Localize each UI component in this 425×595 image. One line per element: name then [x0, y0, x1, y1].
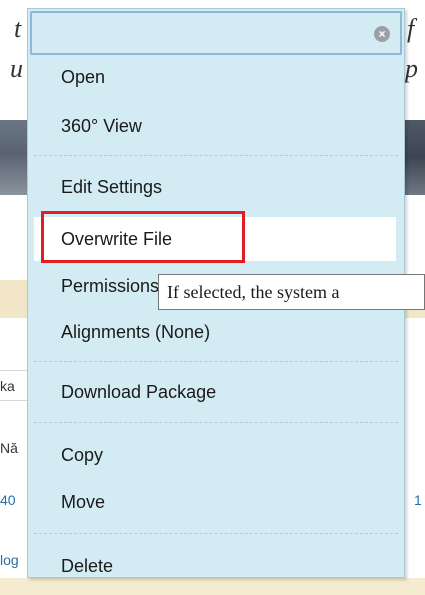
bg-text-fragment: t	[14, 14, 22, 43]
menu-separator	[34, 422, 398, 423]
screen: t u f p ka Nă 40 1 log × Open 360° View …	[0, 0, 425, 595]
menu-item-360-view[interactable]: 360° View	[34, 108, 396, 144]
bg-link-fragment[interactable]: 40	[0, 492, 16, 508]
bg-text-fragment: Nă	[0, 440, 18, 456]
bg-text-fragment: ka	[0, 378, 15, 394]
menu-item-move[interactable]: Move	[34, 484, 396, 520]
bg-text-fragment: u	[10, 54, 23, 83]
permissions-tooltip: If selected, the system a	[158, 274, 425, 310]
menu-item-delete[interactable]: Delete	[34, 548, 396, 584]
bg-text-fragment: p	[405, 54, 418, 83]
menu-item-copy[interactable]: Copy	[34, 437, 396, 473]
bg-divider	[0, 400, 30, 401]
menu-item-edit-settings[interactable]: Edit Settings	[34, 169, 396, 205]
menu-item-download-package[interactable]: Download Package	[34, 374, 396, 410]
menu-separator	[34, 361, 398, 362]
bg-image-fragment	[0, 120, 30, 195]
menu-item-alignments[interactable]: Alignments (None)	[34, 314, 396, 350]
menu-separator	[34, 155, 398, 156]
bg-text-fragment: f	[407, 14, 415, 43]
highlight-annotation	[41, 211, 245, 263]
clear-icon[interactable]: ×	[374, 26, 390, 42]
bg-divider	[0, 370, 30, 371]
bg-link-fragment[interactable]: log	[0, 552, 19, 568]
bg-link-fragment[interactable]: 1	[414, 492, 422, 508]
menu-search-input[interactable]	[38, 19, 362, 49]
bg-image-fragment	[402, 120, 425, 195]
menu-separator	[34, 533, 398, 534]
menu-item-open[interactable]: Open	[34, 59, 396, 95]
menu-search-box[interactable]: ×	[30, 11, 402, 55]
